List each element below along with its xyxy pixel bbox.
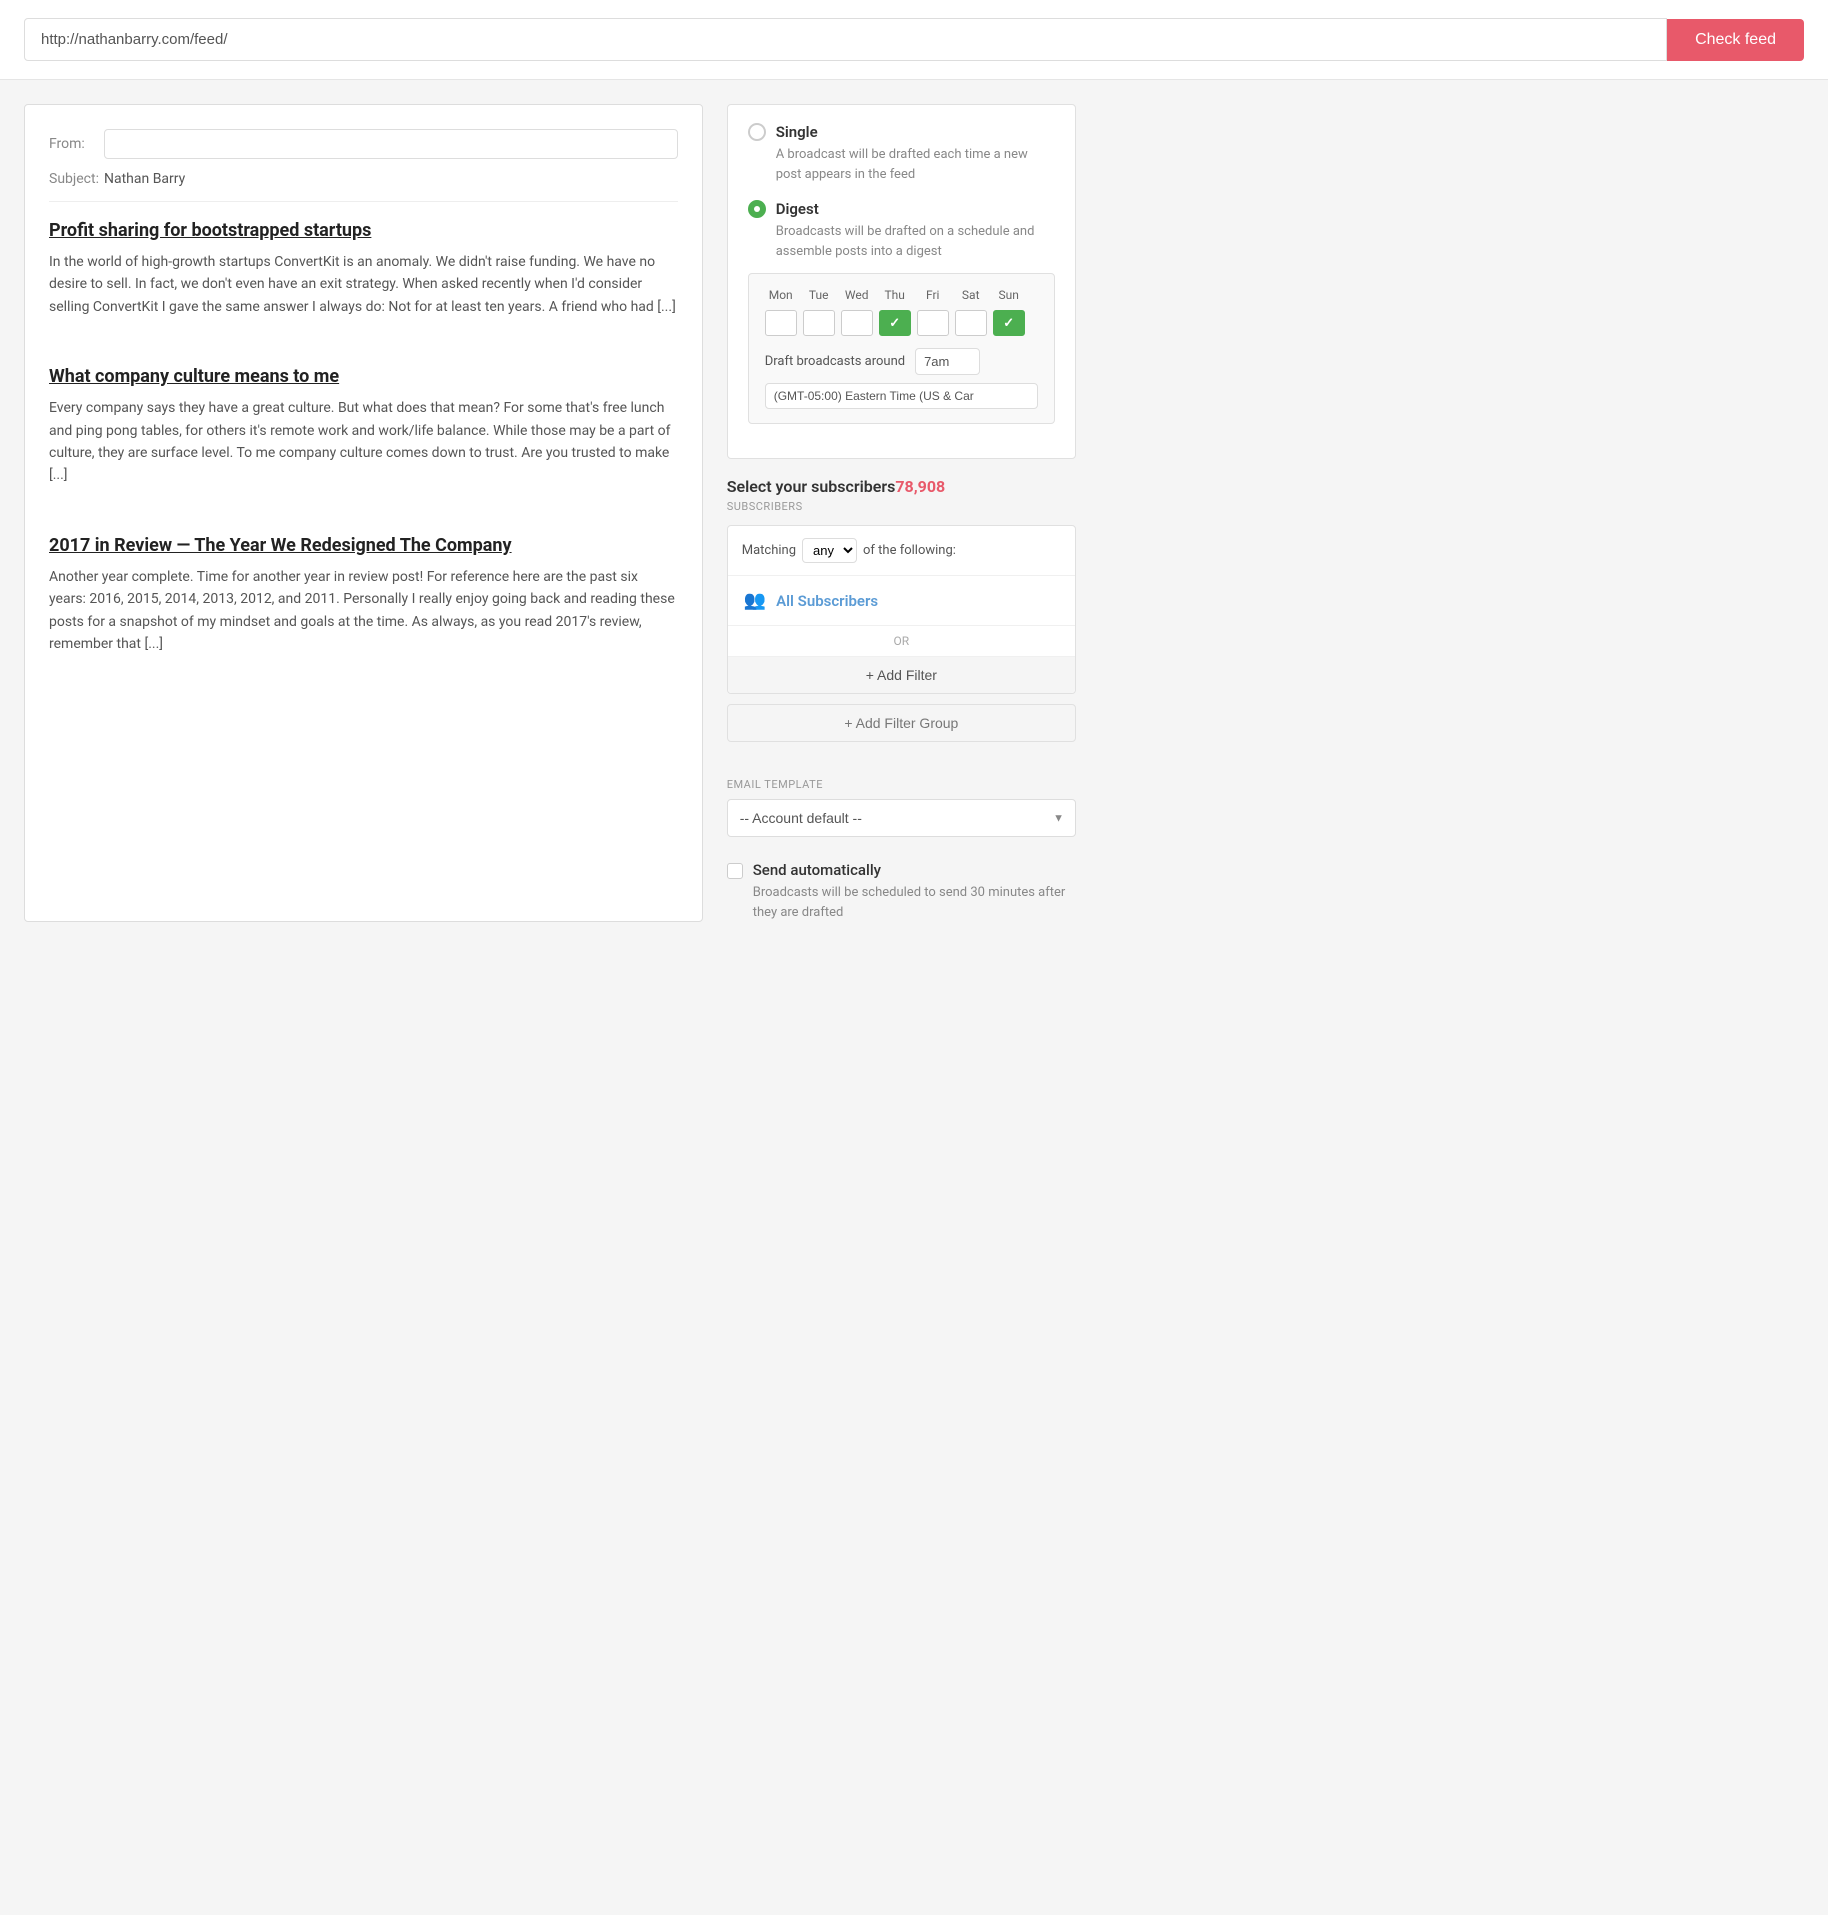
digest-desc: Broadcasts will be drafted on a schedule… — [776, 222, 1055, 261]
day-label-sat: Sat — [955, 288, 987, 302]
subscribers-sub: SUBSCRIBERS — [727, 500, 1076, 513]
send-auto-section: Send automatically Broadcasts will be sc… — [727, 853, 1076, 922]
send-auto-checkbox[interactable] — [727, 863, 743, 879]
add-filter-button[interactable]: + Add Filter — [728, 656, 1075, 693]
post-item-1: Profit sharing for bootstrapped startups… — [49, 220, 678, 342]
email-template-section: EMAIL TEMPLATE -- Account default -- — [727, 778, 1076, 837]
matching-select[interactable]: any — [802, 538, 857, 563]
days-labels-row: Mon Tue Wed Thu Fri Sat Sun — [765, 288, 1038, 302]
draft-time-input[interactable] — [915, 348, 980, 375]
post-excerpt-2: Every company says they have a great cul… — [49, 397, 678, 487]
digest-radio[interactable] — [748, 200, 766, 218]
post-excerpt-1: In the world of high-growth startups Con… — [49, 251, 678, 318]
post-title-1[interactable]: Profit sharing for bootstrapped startups — [49, 220, 678, 241]
template-select-wrapper: -- Account default -- — [727, 799, 1076, 837]
subscribers-title-text: Select your subscribers — [727, 477, 896, 496]
subject-value: Nathan Barry — [104, 171, 185, 187]
single-option: Single A broadcast will be drafted each … — [748, 123, 1055, 184]
day-check-tue[interactable] — [803, 310, 835, 336]
day-check-fri[interactable] — [917, 310, 949, 336]
subject-label: Subject: — [49, 171, 104, 187]
from-row: From: — [49, 129, 678, 159]
or-divider: OR — [728, 625, 1075, 656]
email-preview-panel: From: Subject: Nathan Barry Profit shari… — [24, 104, 703, 922]
post-item-2: What company culture means to me Every c… — [49, 366, 678, 511]
check-feed-button[interactable]: Check feed — [1667, 19, 1804, 61]
settings-panel: Single A broadcast will be drafted each … — [727, 104, 1076, 922]
broadcast-type-group: Single A broadcast will be drafted each … — [727, 104, 1076, 459]
subscribers-title: Select your subscribers78,908 — [727, 477, 1076, 496]
send-auto-desc: Broadcasts will be scheduled to send 30 … — [753, 883, 1076, 922]
day-label-wed: Wed — [841, 288, 873, 302]
day-check-mon[interactable] — [765, 310, 797, 336]
all-subscribers-row: 👥 All Subscribers — [728, 575, 1075, 625]
day-check-sun[interactable] — [993, 310, 1025, 336]
post-item-3: 2017 in Review — The Year We Redesigned … — [49, 535, 678, 680]
from-label: From: — [49, 136, 104, 152]
matching-label: Matching — [742, 543, 796, 558]
send-auto-text-group: Send automatically Broadcasts will be sc… — [753, 861, 1076, 922]
from-select[interactable] — [104, 129, 678, 159]
main-layout: From: Subject: Nathan Barry Profit shari… — [0, 80, 1100, 946]
email-template-label: EMAIL TEMPLATE — [727, 778, 1076, 791]
days-grid: Mon Tue Wed Thu Fri Sat Sun — [748, 273, 1055, 424]
subscribers-section: Select your subscribers78,908 SUBSCRIBER… — [727, 477, 1076, 762]
following-label: of the following: — [863, 543, 956, 558]
draft-time-row: Draft broadcasts around — [765, 348, 1038, 375]
single-desc: A broadcast will be drafted each time a … — [776, 145, 1055, 184]
post-title-3[interactable]: 2017 in Review — The Year We Redesigned … — [49, 535, 678, 556]
day-check-wed[interactable] — [841, 310, 873, 336]
matching-row: Matching any of the following: — [728, 526, 1075, 575]
day-label-tue: Tue — [803, 288, 835, 302]
filter-box: Matching any of the following: 👥 All Sub… — [727, 525, 1076, 694]
digest-option: Digest Broadcasts will be drafted on a s… — [748, 200, 1055, 424]
day-label-sun: Sun — [993, 288, 1025, 302]
template-select[interactable]: -- Account default -- — [727, 799, 1076, 837]
day-label-mon: Mon — [765, 288, 797, 302]
subject-row: Subject: Nathan Barry — [49, 171, 678, 202]
add-filter-group-button[interactable]: + Add Filter Group — [727, 704, 1076, 742]
all-subscribers-label[interactable]: All Subscribers — [776, 592, 878, 610]
day-check-thu[interactable] — [879, 310, 911, 336]
post-excerpt-3: Another year complete. Time for another … — [49, 566, 678, 656]
digest-label: Digest — [776, 200, 819, 218]
day-check-sat[interactable] — [955, 310, 987, 336]
day-label-thu: Thu — [879, 288, 911, 302]
single-radio[interactable] — [748, 123, 766, 141]
timezone-input[interactable] — [765, 383, 1038, 409]
top-bar: Check feed — [0, 0, 1828, 80]
people-icon: 👥 — [744, 590, 766, 611]
post-title-2[interactable]: What company culture means to me — [49, 366, 678, 387]
subscriber-count: 78,908 — [895, 477, 945, 496]
day-label-fri: Fri — [917, 288, 949, 302]
days-checks-row — [765, 310, 1038, 336]
send-auto-label: Send automatically — [753, 861, 1076, 879]
single-label: Single — [776, 123, 818, 141]
draft-around-label: Draft broadcasts around — [765, 354, 905, 369]
feed-url-input[interactable] — [24, 18, 1667, 61]
